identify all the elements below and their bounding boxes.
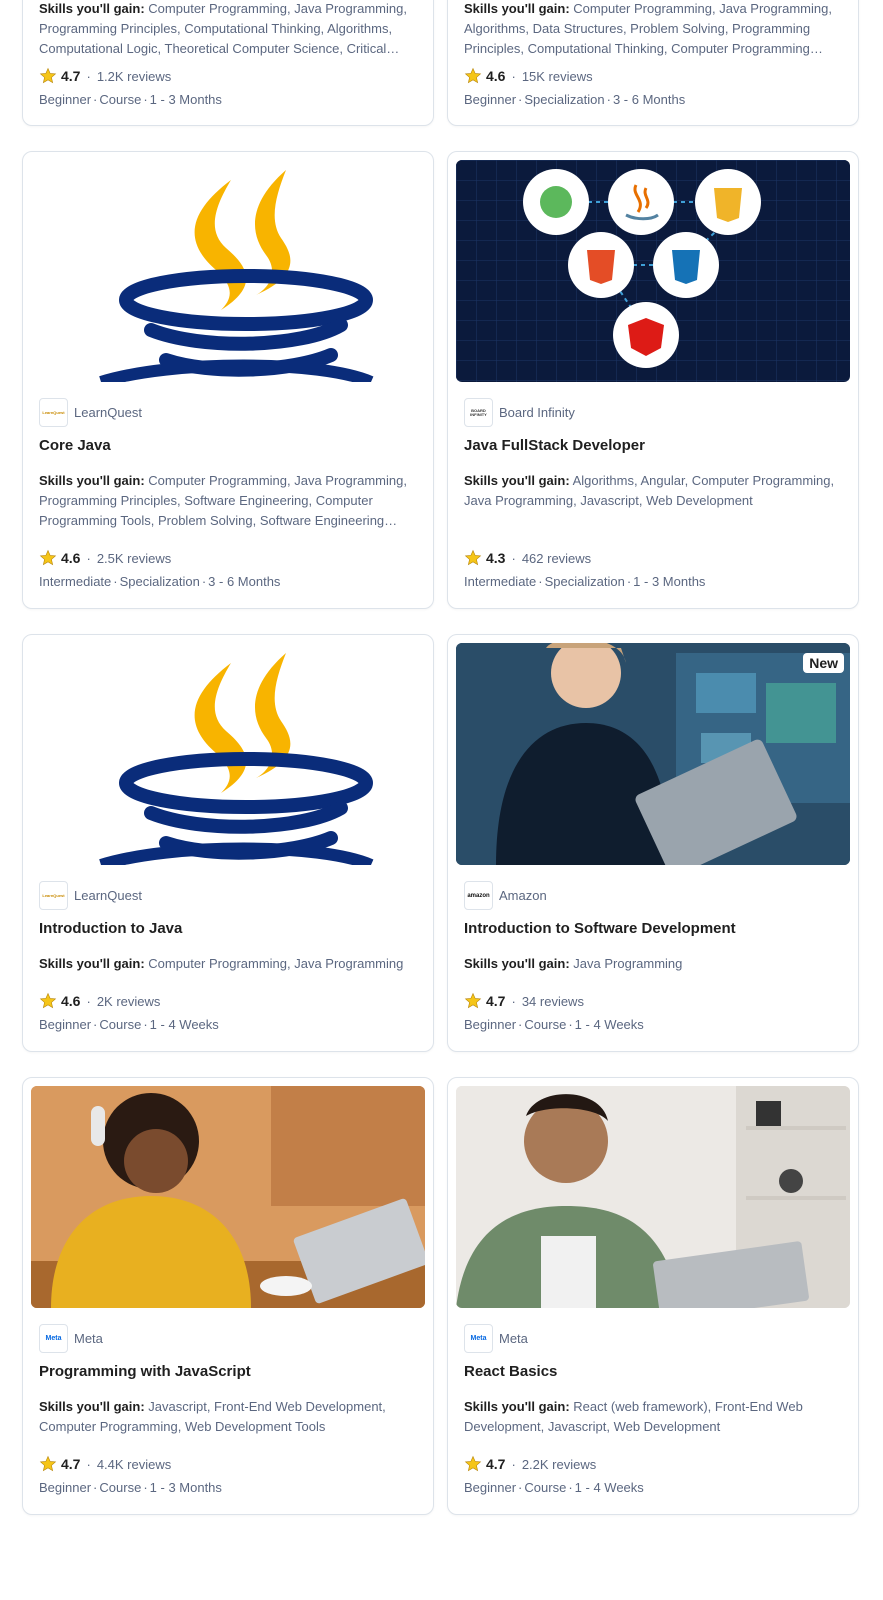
partner-name: LearnQuest [74, 405, 142, 420]
rating-score: 4.7 [61, 68, 81, 84]
course-meta: Beginner · Specialization · 3 - 6 Months [464, 92, 686, 107]
course-skills: Skills you'll gain: Computer Programming… [39, 1, 407, 56]
course-title[interactable]: Core Java [39, 437, 111, 454]
course-skills: Skills you'll gain: Algorithms, Angular,… [464, 473, 835, 508]
course-meta: Beginner · Course · 1 - 3 Months [39, 1480, 222, 1495]
course-meta: Beginner · Course · 1 - 4 Weeks [39, 1017, 219, 1032]
course-card[interactable]: BOARD INFINITY Board Infinity Java FullS… [447, 151, 859, 609]
rating-score: 4.6 [486, 68, 506, 84]
board-infinity-logo: BOARD INFINITY [464, 398, 493, 427]
course-skills: Skills you'll gain: Javascript, Front-En… [39, 1399, 386, 1434]
course-rating: 4.7 · 2.2K reviews [464, 1455, 596, 1473]
rating-score: 4.7 [61, 1456, 81, 1472]
star-icon [464, 549, 482, 566]
course-thumbnail-fullstack [456, 160, 850, 382]
course-thumbnail-photo [31, 1086, 425, 1308]
review-count: 462 reviews [521, 550, 592, 566]
star-icon [464, 1455, 482, 1472]
partner-name: Amazon [499, 888, 547, 903]
partner: amazon Amazon [464, 881, 547, 910]
course-title[interactable]: React Basics [464, 1363, 557, 1380]
course-card[interactable]: New amazon Amazon Introduction to Softwa… [447, 634, 859, 1052]
rating-score: 4.6 [61, 550, 81, 566]
review-count: 4.4K reviews [96, 1456, 172, 1472]
new-badge: New [803, 653, 844, 673]
meta-logo: Meta [464, 1324, 493, 1353]
review-count: 2K reviews [96, 993, 161, 1009]
course-thumbnail-photo [456, 1086, 850, 1308]
star-icon [39, 67, 57, 84]
course-thumbnail-java-logo [31, 160, 425, 382]
course-skills: Skills you'll gain: Computer Programming… [464, 1, 832, 56]
partner-name: Board Infinity [499, 405, 575, 420]
review-count: 1.2K reviews [96, 68, 172, 84]
course-rating: 4.3 · 462 reviews [464, 549, 591, 567]
course-rating: 4.6 · 2K reviews [39, 992, 160, 1010]
star-icon [39, 992, 57, 1009]
partner-name: Meta [74, 1331, 103, 1346]
course-card[interactable]: Skills you'll gain: Computer Programming… [447, 0, 859, 126]
course-skills: Skills you'll gain: Computer Programming… [39, 956, 404, 971]
course-card[interactable]: Skills you'll gain: Computer Programming… [22, 0, 434, 126]
learnquest-logo: LearnQuest [39, 398, 68, 427]
course-meta: Beginner · Course · 1 - 4 Weeks [464, 1017, 644, 1032]
course-title[interactable]: Java FullStack Developer [464, 437, 645, 454]
partner: BOARD INFINITY Board Infinity [464, 398, 575, 427]
review-count: 15K reviews [521, 68, 593, 84]
partner: Meta Meta [464, 1324, 528, 1353]
partner: LearnQuest LearnQuest [39, 881, 142, 910]
course-rating: 4.7 · 1.2K reviews [39, 67, 171, 85]
course-thumbnail-java-logo [31, 643, 425, 865]
course-thumbnail-photo: New [456, 643, 850, 865]
review-count: 2.2K reviews [521, 1456, 597, 1472]
review-count: 34 reviews [521, 993, 584, 1009]
meta-logo: Meta [39, 1324, 68, 1353]
course-card[interactable]: LearnQuest LearnQuest Introduction to Ja… [22, 634, 434, 1052]
course-title[interactable]: Introduction to Java [39, 920, 182, 937]
course-meta: Intermediate · Specialization · 1 - 3 Months [464, 574, 706, 589]
partner-name: Meta [499, 1331, 528, 1346]
partner: Meta Meta [39, 1324, 103, 1353]
learnquest-logo: LearnQuest [39, 881, 68, 910]
star-icon [39, 549, 57, 566]
rating-score: 4.3 [486, 550, 506, 566]
course-meta: Beginner · Course · 1 - 3 Months [39, 92, 222, 107]
course-card[interactable]: LearnQuest LearnQuest Core Java Skills y… [22, 151, 434, 609]
course-title[interactable]: Introduction to Software Development [464, 920, 736, 937]
star-icon [39, 1455, 57, 1472]
course-skills: Skills you'll gain: Java Programming [464, 956, 683, 971]
star-icon [464, 992, 482, 1009]
star-icon [464, 67, 482, 84]
rating-score: 4.7 [486, 1456, 506, 1472]
course-skills: Skills you'll gain: Computer Programming… [39, 473, 407, 528]
amazon-logo: amazon [464, 881, 493, 910]
course-meta: Beginner · Course · 1 - 4 Weeks [464, 1480, 644, 1495]
course-rating: 4.6 · 15K reviews [464, 67, 593, 85]
course-skills: Skills you'll gain: React (web framework… [464, 1399, 803, 1434]
course-card[interactable]: Meta Meta React Basics Skills you'll gai… [447, 1077, 859, 1515]
review-count: 2.5K reviews [96, 550, 172, 566]
partner: LearnQuest LearnQuest [39, 398, 142, 427]
course-title[interactable]: Programming with JavaScript [39, 1363, 251, 1380]
course-meta: Intermediate · Specialization · 3 - 6 Months [39, 574, 281, 589]
course-rating: 4.6 · 2.5K reviews [39, 549, 171, 567]
rating-score: 4.6 [61, 993, 81, 1009]
course-rating: 4.7 · 4.4K reviews [39, 1455, 171, 1473]
course-rating: 4.7 · 34 reviews [464, 992, 584, 1010]
rating-score: 4.7 [486, 993, 506, 1009]
partner-name: LearnQuest [74, 888, 142, 903]
course-card[interactable]: Meta Meta Programming with JavaScript Sk… [22, 1077, 434, 1515]
